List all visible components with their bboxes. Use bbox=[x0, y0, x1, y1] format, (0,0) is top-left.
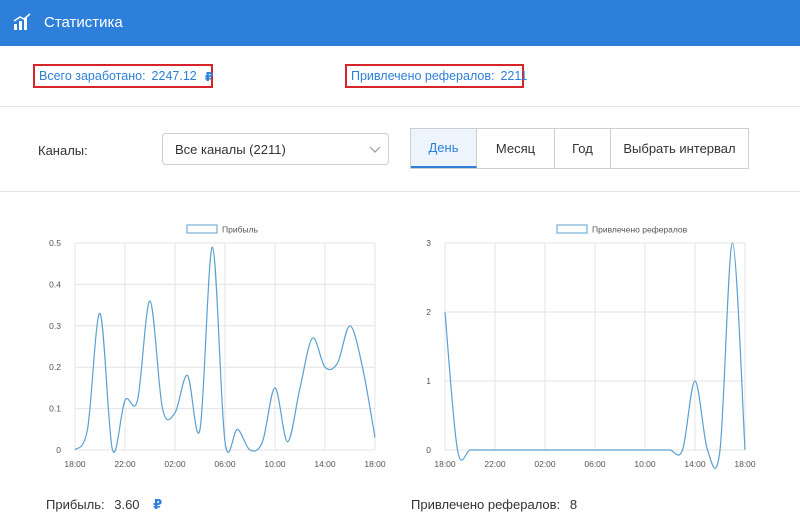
referrals-total-label: Привлечено рефералов: bbox=[411, 497, 561, 512]
profit-chart-y-tick-label: 0.1 bbox=[49, 404, 61, 414]
referrals-chart-x-tick-label: 06:00 bbox=[584, 459, 606, 469]
header-bar: Статистика bbox=[0, 0, 800, 46]
referrals-value: 2211 bbox=[500, 69, 528, 83]
profit-total: Прибыль: 3.60 ₽ bbox=[46, 497, 162, 513]
profit-chart-legend-label: Прибыль bbox=[222, 225, 259, 235]
profit-chart-x-tick-label: 10:00 bbox=[264, 459, 286, 469]
channels-selected-value: Все каналы (2211) bbox=[175, 142, 286, 157]
referrals-stat: Привлечено рефералов: 2211 bbox=[345, 64, 528, 88]
referrals-chart-x-tick-label: 18:00 bbox=[434, 459, 456, 469]
channels-select[interactable]: Все каналы (2211) bbox=[162, 133, 389, 165]
period-year-button[interactable]: Год bbox=[555, 129, 611, 168]
referrals-chart-x-tick-label: 14:00 bbox=[684, 459, 706, 469]
profit-chart: Прибыль 0 0.1 0.2 0.3 0.4 0.5 18:00 22:00 02:00 06… bbox=[49, 224, 386, 469]
referrals-chart: Привлечено рефералов 0 1 2 3 18:00 22:00 02:00 0… bbox=[426, 224, 756, 469]
period-month-button[interactable]: Месяц bbox=[477, 129, 555, 168]
bar-chart-icon bbox=[13, 13, 31, 30]
period-day-button[interactable]: День bbox=[411, 129, 477, 168]
profit-chart-x-tick-label: 02:00 bbox=[164, 459, 186, 469]
referrals-chart-x-tick-label: 18:00 bbox=[734, 459, 756, 469]
referrals-total-value: 8 bbox=[569, 497, 578, 512]
referrals-chart-legend: Привлечено рефералов bbox=[556, 224, 688, 235]
profit-chart-y-tick-label: 0 bbox=[56, 445, 61, 455]
profit-chart-y-tick-label: 0.4 bbox=[49, 279, 61, 289]
period-switcher: День Месяц Год Выбрать интервал bbox=[410, 128, 749, 169]
referrals-total: Привлечено рефералов: 8 bbox=[411, 497, 577, 512]
profit-chart-y-tick-label: 0.5 bbox=[49, 238, 61, 248]
filter-bar: Каналы: Все каналы (2211) День Месяц Год… bbox=[0, 107, 800, 192]
profit-chart-legend: Прибыль bbox=[186, 224, 259, 235]
referrals-chart-y-tick-label: 2 bbox=[426, 307, 431, 317]
profit-chart-legend-swatch bbox=[186, 224, 218, 234]
total-earned-stat: Всего заработано: 2247.12 ₽ bbox=[33, 64, 213, 88]
referrals-label: Привлечено рефералов: bbox=[351, 69, 495, 83]
ruble-icon: ₽ bbox=[153, 497, 163, 512]
total-earned-value: 2247.12 bbox=[151, 69, 197, 83]
referrals-chart-y-tick-label: 1 bbox=[426, 376, 431, 386]
referrals-chart-x-tick-label: 22:00 bbox=[484, 459, 506, 469]
referrals-chart-x-tick-label: 10:00 bbox=[634, 459, 656, 469]
referrals-chart-legend-swatch bbox=[556, 224, 588, 234]
profit-chart-x-tick-label: 18:00 bbox=[364, 459, 386, 469]
profit-chart-x-tick-label: 06:00 bbox=[214, 459, 236, 469]
stats-summary: Всего заработано: 2247.12 ₽ Привлечено р… bbox=[0, 46, 800, 107]
total-earned-label: Всего заработано: bbox=[39, 69, 146, 83]
page-title: Статистика bbox=[44, 14, 123, 31]
referrals-chart-x-tick-label: 02:00 bbox=[534, 459, 556, 469]
channels-label: Каналы: bbox=[38, 143, 88, 158]
profit-chart-y-tick-label: 0.3 bbox=[49, 321, 61, 331]
period-custom-interval-button[interactable]: Выбрать интервал bbox=[611, 129, 748, 168]
referrals-chart-y-tick-label: 0 bbox=[426, 445, 431, 455]
referrals-chart-legend-label: Привлечено рефералов bbox=[592, 225, 688, 235]
profit-total-value: 3.60 bbox=[114, 497, 140, 512]
profit-total-label: Прибыль: bbox=[46, 497, 105, 512]
referrals-chart-y-tick-label: 3 bbox=[426, 238, 431, 248]
profit-chart-x-tick-label: 14:00 bbox=[314, 459, 336, 469]
chevron-down-icon bbox=[369, 146, 381, 153]
profit-chart-y-tick-label: 0.2 bbox=[49, 362, 61, 372]
profit-chart-x-tick-label: 18:00 bbox=[64, 459, 86, 469]
profit-chart-x-tick-label: 22:00 bbox=[114, 459, 136, 469]
ruble-icon: ₽ bbox=[204, 69, 214, 84]
